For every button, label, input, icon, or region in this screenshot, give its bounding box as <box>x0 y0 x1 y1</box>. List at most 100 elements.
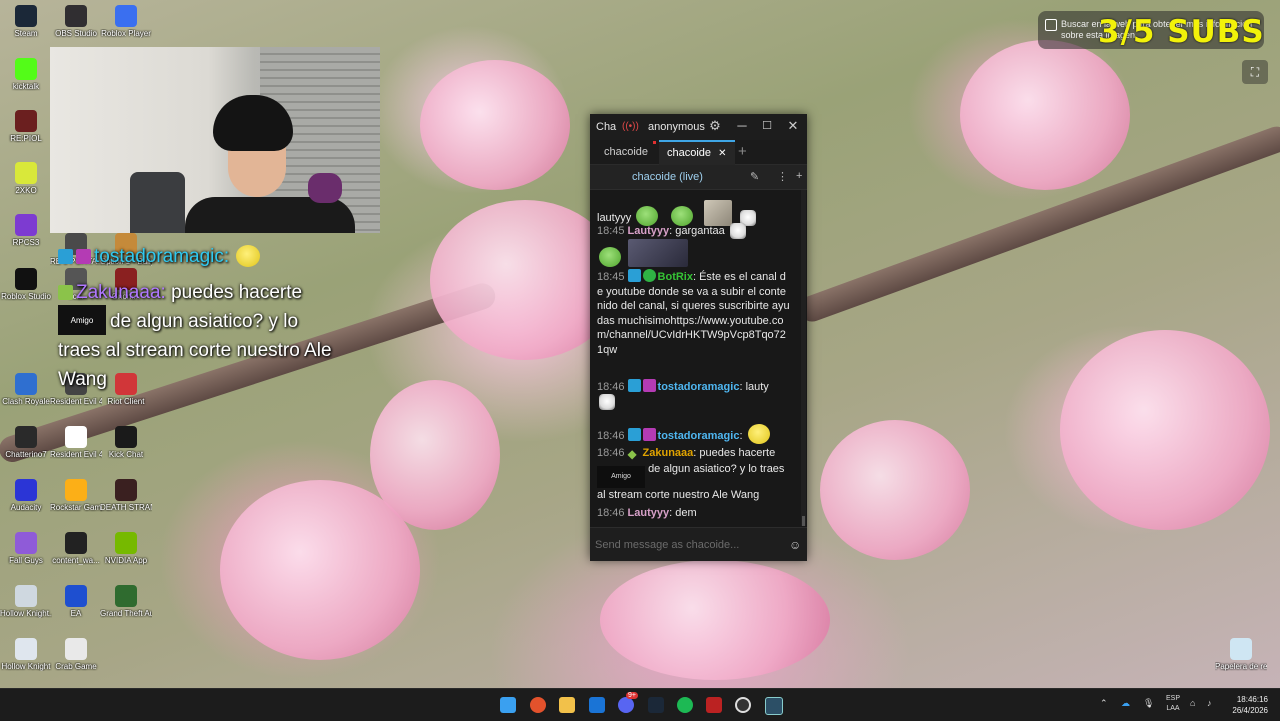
desktop-icon[interactable]: 2XKO <box>0 162 52 195</box>
desktop-icon[interactable]: Crab Game <box>50 638 102 671</box>
message-username[interactable]: Zakunaaa <box>643 447 694 459</box>
lens-icon <box>1045 19 1057 31</box>
message-username[interactable]: tostadoramagic <box>658 381 740 393</box>
app-icon <box>65 585 87 607</box>
account-switcher[interactable]: anonymous <box>648 121 705 133</box>
message-input[interactable] <box>593 536 785 554</box>
sub-badge-icon <box>642 379 656 392</box>
spotify-icon[interactable] <box>677 697 693 713</box>
desktop-icon-label: Chatterino7 <box>5 450 47 459</box>
maximize-button[interactable]: ☐ <box>758 119 776 132</box>
steam-icon[interactable] <box>648 697 664 713</box>
chatterino-taskbar-icon[interactable] <box>765 697 783 715</box>
desktop-icon-label: content_wa... <box>52 556 100 565</box>
app-icon <box>115 585 137 607</box>
network-icon[interactable]: ⌂ <box>1190 698 1195 708</box>
desktop-icon[interactable]: content_wa... <box>50 532 102 565</box>
desktop-icon[interactable]: Kick Chat <box>100 426 152 459</box>
desktop-icon[interactable]: EA <box>50 585 102 618</box>
window-titlebar[interactable]: Cha ((•)) anonymous ⚙ ─ ☐ ✕ <box>590 114 807 140</box>
overlay-chat-line: Zakunaaa: puedes hacerte <box>58 282 302 304</box>
app-icon <box>15 585 37 607</box>
tab-chacoide-2[interactable]: chacoide ✕ <box>659 140 735 166</box>
chat-message-emote <box>597 394 792 410</box>
discord-icon[interactable] <box>618 697 634 713</box>
subs-goal-counter: 3/5 SUBS <box>1098 14 1265 50</box>
file-explorer-icon[interactable] <box>559 697 575 713</box>
desktop-icon[interactable]: Rockstar Games... <box>50 479 102 512</box>
add-split-icon[interactable]: + <box>796 170 802 182</box>
chat-scrollbar[interactable] <box>801 190 806 526</box>
overlay-chat-line: tostadoramagic: <box>58 245 262 268</box>
scrollbar-thumb[interactable] <box>802 516 805 526</box>
wallpaper-blossom <box>960 40 1130 190</box>
webcam-plush-toy <box>308 173 342 203</box>
bing-icon[interactable] <box>589 697 605 713</box>
tab-label: chacoide <box>667 147 712 159</box>
chat-message-list[interactable]: lautyyy 18:45 Lautyyy: gargantaa 18:45 Bot… <box>590 190 800 526</box>
chat-message-emotes <box>597 239 792 267</box>
chat-message: 18:46 tostadoramagic: lauty <box>597 379 792 395</box>
desktop-icon[interactable]: Fall Guys <box>0 532 52 565</box>
desktop-icon[interactable]: Chatterino7 <box>0 426 52 459</box>
desktop-icon[interactable]: Grand Theft Auto V Le... <box>100 585 152 618</box>
desktop-icon-label: OBS Studio <box>55 29 97 38</box>
brave-browser-icon[interactable] <box>530 697 546 713</box>
chevron-up-icon[interactable]: ⌃ <box>1100 698 1108 709</box>
chatterino-window: Cha ((•)) anonymous ⚙ ─ ☐ ✕ chacoide cha… <box>590 114 807 561</box>
minimize-button[interactable]: ─ <box>733 118 751 133</box>
desktop-icon[interactable]: RPCS3 <box>0 214 52 247</box>
close-button[interactable]: ✕ <box>784 118 802 134</box>
desktop-icon-label: Grand Theft Auto V Le... <box>100 609 152 618</box>
desktop-icon[interactable]: OBS Studio <box>50 5 102 38</box>
language-indicator[interactable]: ESP LAA <box>1165 694 1181 714</box>
desktop-icon[interactable]: RE:PIOL <box>0 110 52 143</box>
settings-gear-icon[interactable]: ⚙ <box>706 118 724 134</box>
start-button-icon[interactable] <box>500 697 516 713</box>
desktop-icon-label: Hollow Knight... <box>0 609 52 618</box>
desktop-icon[interactable]: kicktalk <box>0 58 52 91</box>
system-clock[interactable]: 18:46:16 26/4/2026 <box>1224 694 1268 716</box>
moderation-pencil-icon[interactable]: ✎ <box>750 170 759 183</box>
desktop-icon[interactable]: Resident Evil 4 (2005) <box>50 426 102 459</box>
desktop-icon[interactable]: Audacity <box>0 479 52 512</box>
desktop-icon-label: 2XKO <box>15 186 37 195</box>
overlay-message-text: de algun asiatico? y lo <box>110 311 299 332</box>
app-icon[interactable] <box>706 697 722 713</box>
split-menu-icon[interactable]: ⋮ <box>777 170 788 183</box>
language-bottom: LAA <box>1166 705 1180 712</box>
visual-search-button[interactable]: ⛶ <box>1242 60 1268 84</box>
moderator-badge-icon <box>627 379 641 392</box>
desktop-icon[interactable]: Steam <box>0 5 52 38</box>
desktop-icon[interactable]: Papelera de reciclaje <box>1215 638 1267 671</box>
overlay-username: Zakunaaa: <box>76 282 166 303</box>
message-timestamp: 18:46 <box>597 430 625 442</box>
cloud-icon[interactable]: ☁ <box>1121 698 1130 709</box>
desktop-icon[interactable]: Hollow Knight... <box>0 585 52 618</box>
desktop-icon-label: Papelera de reciclaje <box>1215 662 1267 671</box>
desktop-icon[interactable]: DEATH STRANDI... <box>100 479 152 512</box>
microphone-icon[interactable]: 🎙 <box>1143 698 1154 709</box>
message-username[interactable]: Lautyyy <box>628 225 670 237</box>
app-icon <box>1230 638 1252 660</box>
amigo-emote: Amigo <box>597 466 645 488</box>
app-icon <box>15 58 37 80</box>
desktop-icon[interactable]: Clash Royale <box>0 373 52 406</box>
message-username[interactable]: BotRix <box>658 271 693 283</box>
desktop-icon[interactable]: Roblox Studio <box>0 268 52 301</box>
desktop-icon[interactable]: Riot Client <box>100 373 152 406</box>
split-header[interactable]: chacoide (live) ✎ ⋮ + <box>590 165 807 190</box>
tab-close-icon[interactable]: ✕ <box>718 148 726 159</box>
obs-icon[interactable] <box>735 697 751 713</box>
message-username[interactable]: Lautyyy <box>628 507 670 519</box>
add-tab-button[interactable]: + <box>730 140 755 164</box>
desktop-icon[interactable]: Hollow Knight <box>0 638 52 671</box>
tab-chacoide-1[interactable]: chacoide <box>596 140 657 164</box>
desktop-icon[interactable]: NVIDIA App <box>100 532 152 565</box>
app-icon <box>65 479 87 501</box>
volume-icon[interactable]: ♪ <box>1207 698 1212 708</box>
emote-picker-icon[interactable]: ☺ <box>789 538 801 552</box>
app-icon <box>65 638 87 660</box>
message-username[interactable]: tostadoramagic <box>658 430 740 442</box>
desktop-icon[interactable]: Roblox Player <box>100 5 152 38</box>
